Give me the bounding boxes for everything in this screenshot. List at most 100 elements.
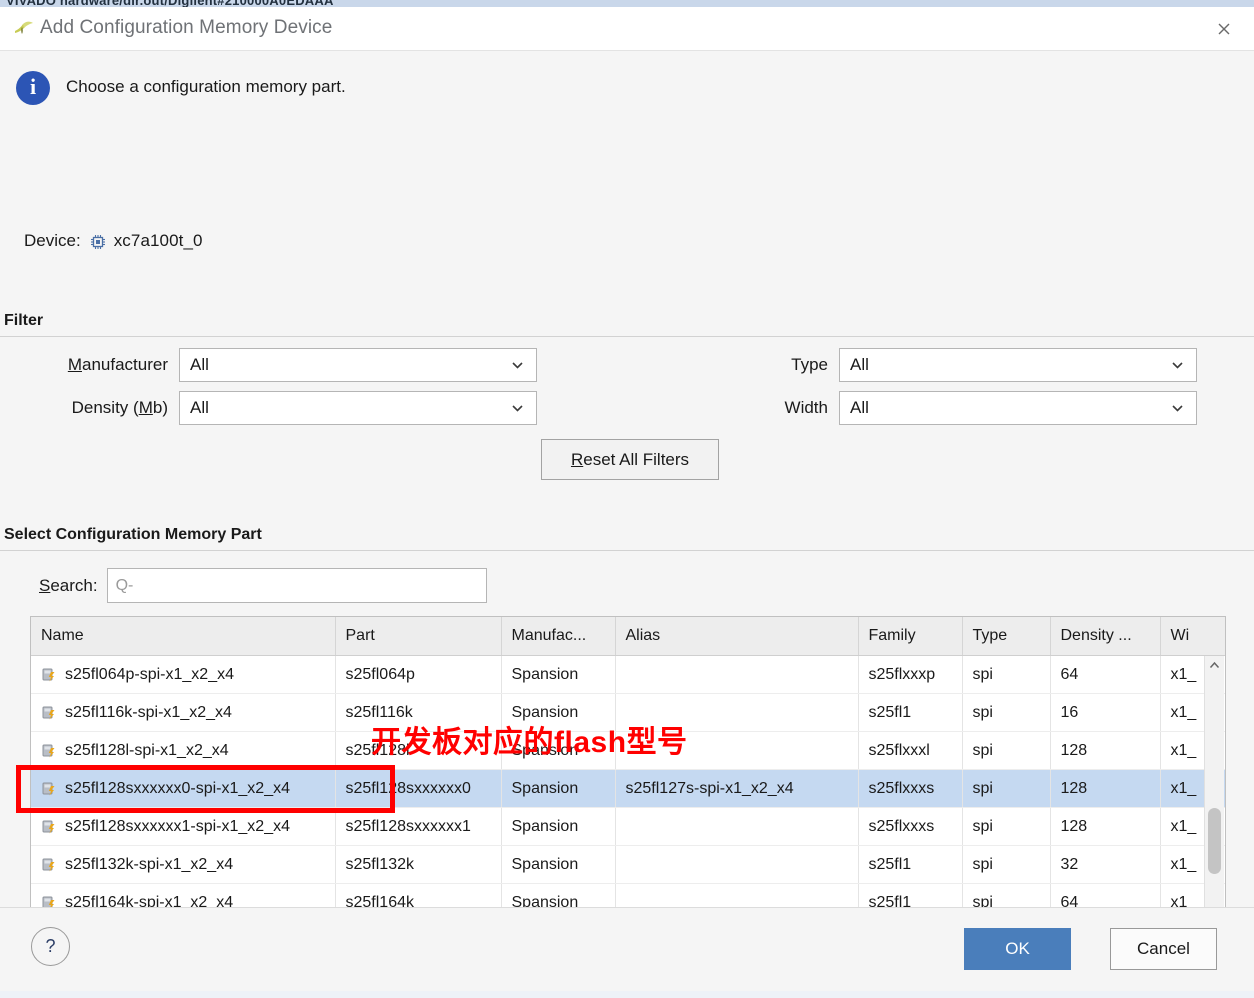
manufacturer-select[interactable]: All [179, 348, 537, 382]
background-window-strip: VIVADO hardware/dir.out/Digilent#210000A… [0, 0, 1254, 7]
flash-chip-icon [41, 667, 57, 683]
chevron-down-icon [1171, 359, 1184, 372]
table-vertical-scrollbar[interactable] [1204, 656, 1224, 925]
cancel-button-label: Cancel [1137, 939, 1190, 958]
cell-type: spi [962, 655, 1051, 694]
column-header-alias[interactable]: Alias [615, 617, 859, 656]
table-header-row: Name Part Manufac... Alias Family Type D… [31, 617, 1225, 656]
ok-button[interactable]: OK [964, 928, 1071, 970]
cell-part: s25fl116k [335, 693, 502, 732]
cell-density: 16 [1050, 693, 1161, 732]
dialog-footer: ? OK Cancel [0, 907, 1254, 998]
chevron-down-icon [511, 402, 524, 415]
search-label: Search: [39, 575, 98, 595]
info-icon-glyph: i [29, 74, 37, 99]
device-row: Device: xc7a100t_0 [24, 231, 203, 251]
manufacturer-filter-row: Manufacturer All [50, 348, 537, 382]
chevron-down-icon [1171, 402, 1184, 415]
cancel-button[interactable]: Cancel [1110, 928, 1217, 970]
cell-name: s25fl128sxxxxxx1-spi-x1_x2_x4 [31, 807, 336, 846]
column-header-name[interactable]: Name [31, 617, 336, 656]
cell-type: spi [962, 845, 1051, 884]
dialog-title-bar: Add Configuration Memory Device [0, 7, 1254, 51]
cell-name-text: s25fl116k-spi-x1_x2_x4 [65, 703, 232, 721]
cell-density: 128 [1050, 731, 1161, 770]
cell-family: s25flxxxs [858, 769, 963, 808]
table-row[interactable]: s25fl128sxxxxxx1-spi-x1_x2_x4 s25fl128sxx… [31, 807, 1225, 846]
column-header-type[interactable]: Type [962, 617, 1051, 656]
density-filter-row: Density (Mb) All [50, 391, 537, 425]
cell-part: s25fl128l [335, 731, 502, 770]
cell-family: s25fl1 [858, 845, 963, 884]
cell-manufacturer: Spansion [501, 655, 616, 694]
help-icon: ? [45, 936, 56, 956]
reset-all-filters-button[interactable]: Reset All Filters [541, 439, 719, 480]
table-row[interactable]: s25fl128sxxxxxx0-spi-x1_x2_x4 s25fl128sxx… [31, 769, 1225, 808]
cell-alias [615, 693, 859, 732]
cell-name: s25fl128l-spi-x1_x2_x4 [31, 731, 336, 770]
device-label: Device: [24, 231, 81, 250]
dialog-body: i Choose a configuration memory part. De… [0, 51, 1254, 948]
cell-alias [615, 845, 859, 884]
cell-family: s25fl1 [858, 693, 963, 732]
cell-type: spi [962, 693, 1051, 732]
cell-alias [615, 807, 859, 846]
add-configuration-memory-device-dialog: Add Configuration Memory Device i Choose… [0, 7, 1254, 998]
type-value: All [850, 355, 869, 374]
width-value: All [850, 398, 869, 417]
column-header-manufacturer[interactable]: Manufac... [501, 617, 616, 656]
density-value: All [190, 398, 209, 417]
cell-density: 32 [1050, 845, 1161, 884]
search-input[interactable] [106, 568, 487, 603]
vivado-logo-icon [13, 18, 35, 40]
scroll-up-arrow-icon[interactable] [1205, 656, 1224, 675]
search-row: Search: [39, 568, 487, 603]
type-label: Type [791, 355, 828, 374]
cell-name: s25fl064p-spi-x1_x2_x4 [31, 655, 336, 694]
select-part-section-divider [0, 550, 1254, 551]
table-row[interactable]: s25fl064p-spi-x1_x2_x4 s25fl064p Spansion s… [31, 655, 1225, 694]
reset-all-filters-label: Reset All Filters [570, 449, 690, 469]
table-row[interactable]: s25fl128l-spi-x1_x2_x4 s25fl128l Spansion s… [31, 731, 1225, 770]
select-part-section-title: Select Configuration Memory Part [4, 526, 262, 543]
cell-name-text: s25fl128l-spi-x1_x2_x4 [65, 741, 229, 759]
vertical-scroll-thumb[interactable] [1208, 808, 1221, 874]
cell-name-text: s25fl064p-spi-x1_x2_x4 [65, 665, 234, 683]
width-select[interactable]: All [839, 391, 1197, 425]
column-header-width[interactable]: Wi [1160, 617, 1225, 656]
manufacturer-label: Manufacturer [67, 355, 168, 374]
cell-manufacturer: Spansion [501, 769, 616, 808]
info-message: Choose a configuration memory part. [66, 77, 346, 96]
cell-name-text: s25fl128sxxxxxx0-spi-x1_x2_x4 [65, 779, 290, 797]
cell-density: 128 [1050, 769, 1161, 808]
table-row[interactable]: s25fl132k-spi-x1_x2_x4 s25fl132k Spansion s… [31, 845, 1225, 884]
cell-alias [615, 731, 859, 770]
ok-button-label: OK [1005, 939, 1030, 958]
density-select[interactable]: All [179, 391, 537, 425]
cell-manufacturer: Spansion [501, 731, 616, 770]
cell-part: s25fl132k [335, 845, 502, 884]
width-label: Width [784, 398, 828, 417]
cell-density: 64 [1050, 655, 1161, 694]
cell-part: s25fl064p [335, 655, 502, 694]
memory-parts-table: Name Part Manufac... Alias Family Type D… [30, 616, 1226, 948]
cell-manufacturer: Spansion [501, 693, 616, 732]
column-header-family[interactable]: Family [858, 617, 963, 656]
density-label: Density (Mb) [71, 398, 168, 417]
cell-name: s25fl132k-spi-x1_x2_x4 [31, 845, 336, 884]
cell-alias: s25fl127s-spi-x1_x2_x4 [615, 769, 859, 808]
device-value: xc7a100t_0 [113, 231, 203, 250]
background-window-title: VIVADO hardware/dir.out/Digilent#210000A… [6, 0, 334, 7]
table-row[interactable]: s25fl116k-spi-x1_x2_x4 s25fl116k Spansion s… [31, 693, 1225, 732]
cell-family: s25flxxxp [858, 655, 963, 694]
flash-chip-icon [41, 705, 57, 721]
flash-chip-icon [41, 743, 57, 759]
help-button[interactable]: ? [31, 927, 70, 966]
type-select[interactable]: All [839, 348, 1197, 382]
flash-chip-icon [41, 857, 57, 873]
close-icon[interactable] [1202, 11, 1246, 47]
width-filter-row: Width All [718, 391, 1197, 425]
column-header-density[interactable]: Density ... [1050, 617, 1161, 656]
column-header-part[interactable]: Part [335, 617, 502, 656]
cell-part: s25fl128sxxxxxx0 [335, 769, 502, 808]
